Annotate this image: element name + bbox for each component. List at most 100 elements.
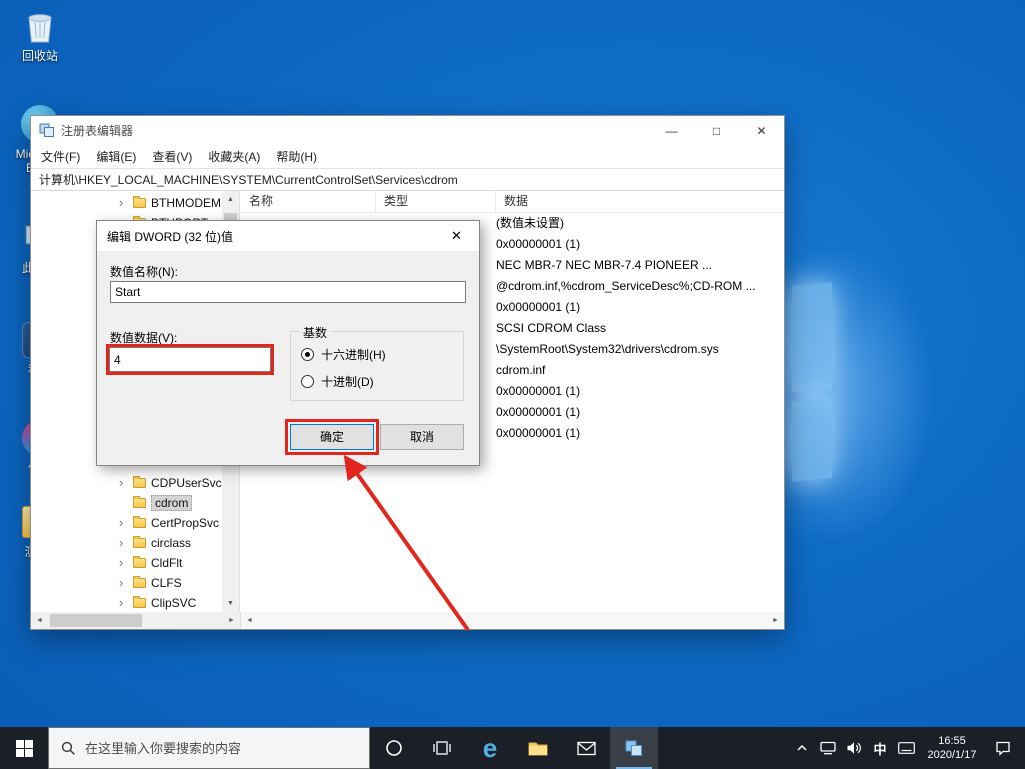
task-view-icon [433,739,451,757]
search-input[interactable] [85,741,335,756]
taskbar: 中 16:55 2020/1/17 [0,727,1025,769]
desktop-icon-label: 回收站 [8,49,72,63]
file-explorer-button[interactable] [514,727,562,769]
menu-file[interactable]: 文件(F) [33,145,88,168]
close-icon[interactable]: ✕ [434,221,479,251]
chevron-right-icon[interactable] [119,556,128,570]
window-bottom-scroll-area [31,612,784,629]
volume-icon[interactable] [841,727,867,769]
touch-keyboard-icon[interactable] [893,727,919,769]
search-icon [61,741,76,756]
value-name-label: 数值名称(N): [110,263,178,280]
regedit-taskbar-button[interactable] [610,727,658,769]
clock-time: 16:55 [938,734,966,748]
tree-item[interactable]: CertPropSvc [31,513,239,533]
folder-icon [133,558,146,568]
scroll-down-icon[interactable] [222,595,239,612]
column-header-type[interactable]: 类型 [376,191,496,212]
dialog-title: 编辑 DWORD (32 位)值 [107,228,233,245]
scroll-left-icon[interactable] [31,612,48,629]
chevron-right-icon[interactable] [119,516,128,530]
chevron-right-icon[interactable] [119,476,128,490]
menu-edit[interactable]: 编辑(E) [88,145,144,168]
folder-icon [133,538,146,548]
tree-item-label: CLFS [151,576,182,590]
radio-unchecked-icon[interactable] [301,375,314,388]
windows-logo-pane [792,398,832,481]
address-bar[interactable]: 计算机\HKEY_LOCAL_MACHINE\SYSTEM\CurrentCon… [31,168,784,191]
tree-item-label: circlass [151,536,191,550]
regedit-icon [39,123,55,138]
scroll-right-icon[interactable] [223,612,240,629]
chevron-right-icon[interactable] [119,576,128,590]
scroll-up-icon[interactable] [222,191,239,208]
tree-horizontal-scrollbar[interactable] [31,612,240,629]
windows-logo-icon [16,740,33,757]
column-header-name[interactable]: 名称 [241,191,376,212]
maximize-icon[interactable]: □ [694,116,739,145]
scroll-right-icon[interactable] [767,612,784,629]
tree-item[interactable]: circlass [31,533,239,553]
folder-icon [528,740,548,757]
list-header: 名称 类型 数据 [241,191,784,213]
taskbar-clock[interactable]: 16:55 2020/1/17 [919,727,985,769]
window-titlebar[interactable]: 注册表编辑器 — □ ✕ [31,116,784,145]
radio-label: 十进制(D) [321,373,374,390]
column-header-data[interactable]: 数据 [496,191,784,212]
minimize-icon[interactable]: — [649,116,694,145]
list-horizontal-scrollbar[interactable] [240,612,784,629]
cancel-button[interactable]: 取消 [380,424,464,450]
tree-item-label: BTHMODEM [151,196,221,210]
base-group: 基数 十六进制(H) 十进制(D) [290,331,464,401]
radio-checked-icon[interactable] [301,348,314,361]
radio-label: 十六进制(H) [321,346,386,363]
edit-dword-dialog: 编辑 DWORD (32 位)值 ✕ 数值名称(N): 数值数据(V): 基数 … [96,220,480,466]
scrollbar-thumb[interactable] [50,614,142,627]
value-name-input[interactable] [110,281,466,303]
cortana-icon [385,739,403,757]
scroll-left-icon[interactable] [241,612,258,629]
tree-item-label: CldFlt [151,556,182,570]
folder-icon [133,478,146,488]
tree-item-cdrom-selected[interactable]: cdrom [31,493,239,513]
folder-icon [133,598,146,608]
edge-taskbar-button[interactable] [466,727,514,769]
regedit-icon [625,740,643,757]
window-title: 注册表编辑器 [61,122,133,139]
chevron-right-icon[interactable] [119,536,128,550]
menu-help[interactable]: 帮助(H) [268,145,325,168]
menu-view[interactable]: 查看(V) [144,145,200,168]
tree-item[interactable]: ClipSVC [31,593,239,612]
folder-icon [133,578,146,588]
mail-button[interactable] [562,727,610,769]
clock-date: 2020/1/17 [928,748,977,762]
chevron-right-icon[interactable] [119,596,128,610]
task-view-button[interactable] [418,727,466,769]
ok-button[interactable]: 确定 [290,424,374,450]
mail-icon [577,741,596,756]
menu-favorites[interactable]: 收藏夹(A) [200,145,268,168]
value-data-input[interactable] [109,347,271,372]
tree-item[interactable]: CLFS [31,573,239,593]
tree-item-label: cdrom [151,495,192,511]
tray-chevron-up-icon[interactable] [789,727,815,769]
radio-hexadecimal[interactable]: 十六进制(H) [301,346,463,363]
address-text: 计算机\HKEY_LOCAL_MACHINE\SYSTEM\CurrentCon… [39,171,458,188]
base-group-label: 基数 [299,324,331,341]
taskbar-search-box[interactable] [48,727,370,769]
cortana-button[interactable] [370,727,418,769]
dialog-titlebar[interactable]: 编辑 DWORD (32 位)值 ✕ [97,221,479,251]
network-icon[interactable] [815,727,841,769]
chevron-right-icon[interactable] [119,196,128,210]
tree-item[interactable]: CldFlt [31,553,239,573]
edge-icon [483,733,497,764]
desktop-icon-recycle-bin[interactable]: 回收站 [8,6,72,63]
ime-indicator[interactable]: 中 [867,727,893,769]
radio-decimal[interactable]: 十进制(D) [301,373,463,390]
close-icon[interactable]: ✕ [739,116,784,145]
tree-item[interactable]: CDPUserSvc [31,473,239,493]
tree-item[interactable]: BTHMODEM [31,193,239,213]
start-button[interactable] [0,727,48,769]
action-center-icon[interactable] [985,727,1021,769]
tree-group: CDPUserSvc cdrom CertPropSvc circlass [31,473,239,612]
